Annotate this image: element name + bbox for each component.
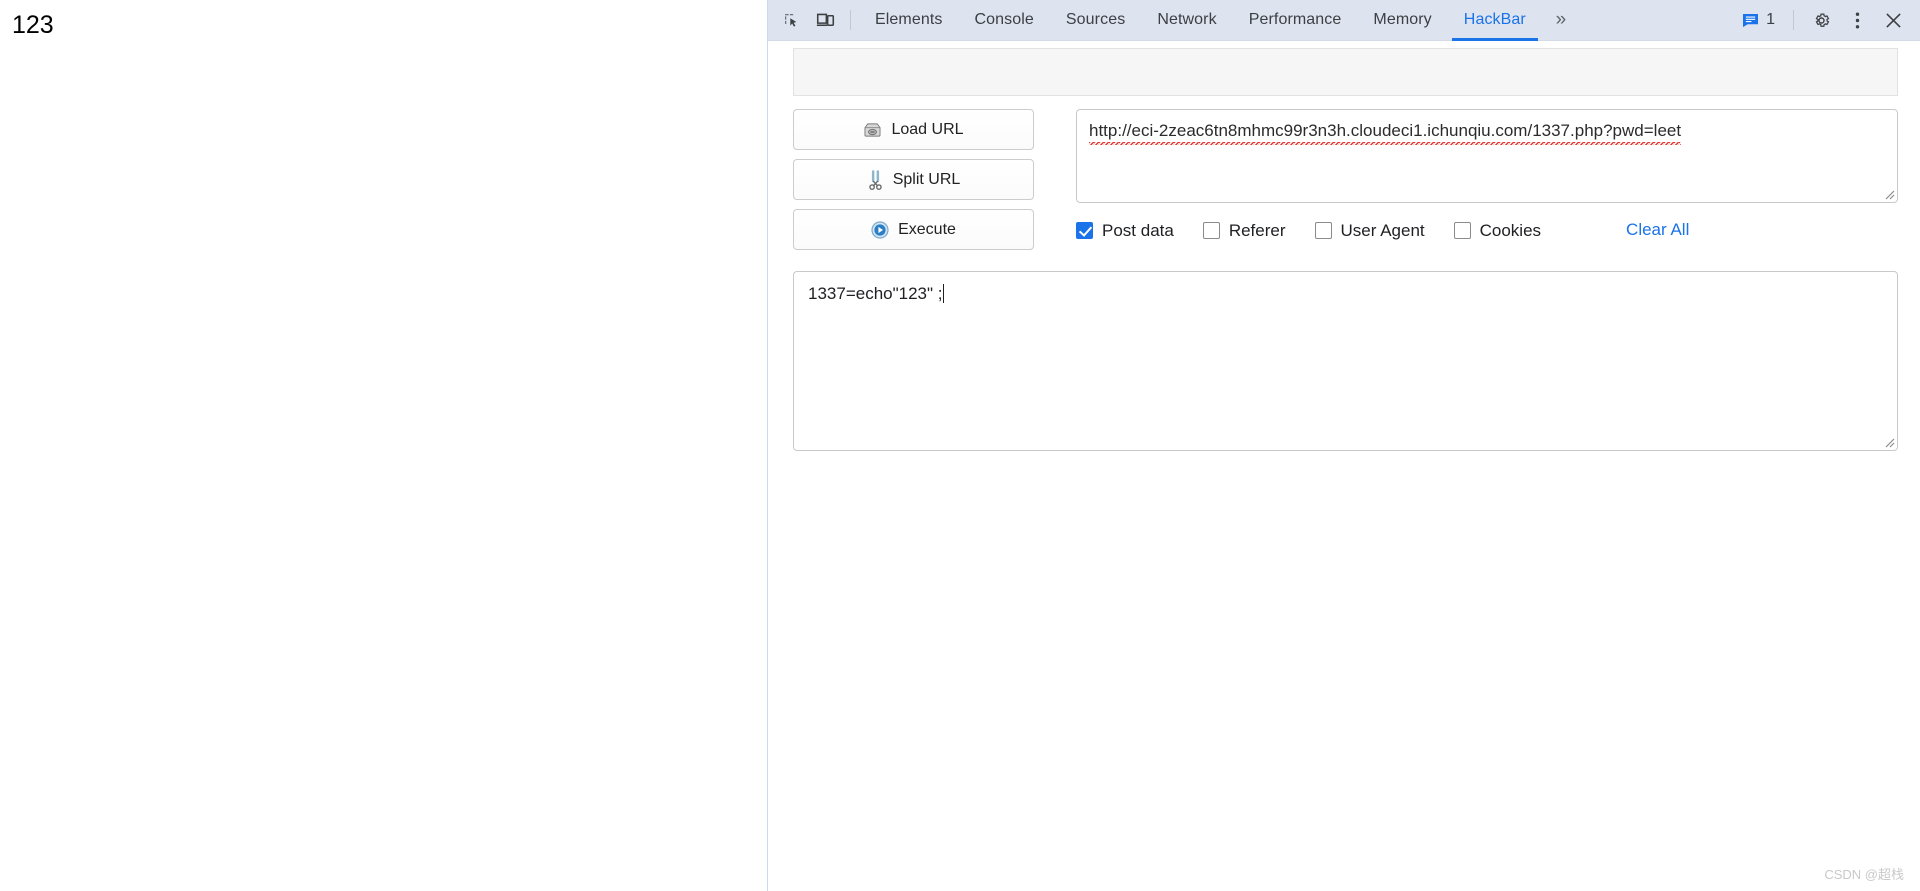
tab-hackbar[interactable]: HackBar [1448,0,1542,41]
close-icon[interactable] [1876,5,1910,35]
split-url-button[interactable]: Split URL [793,159,1034,200]
tab-elements[interactable]: Elements [859,0,959,41]
message-drawer-icon [1743,13,1759,27]
split-url-scissors-icon [868,169,882,190]
tab-label: Console [974,11,1034,28]
gear-icon[interactable] [1804,5,1838,35]
execute-play-icon [871,220,889,239]
button-label: Split URL [892,170,961,188]
hackbar-options-row: Post data Referer User Agent Cookies Cle… [1076,220,1898,240]
toolbar-divider-right [1793,10,1794,30]
load-url-icon [864,122,881,137]
option-label: User Agent [1340,220,1425,240]
tabs-overflow-icon[interactable]: » [1544,5,1578,35]
clear-all-link[interactable]: Clear All [1626,220,1689,240]
tab-label: Elements [875,11,943,28]
devtools-tabs: Elements Console Sources Network Perform… [859,0,1542,41]
post-data-value: 1337=echo"123" ; [808,284,943,303]
devtools-panel: Elements Console Sources Network Perform… [768,0,1920,891]
toolbar-divider [850,10,851,30]
hackbar-main-row: Load URL Split URL Execute http://eci-2z… [793,109,1898,250]
tab-memory[interactable]: Memory [1357,0,1447,41]
tab-label: Performance [1248,11,1342,28]
message-drawer-button[interactable]: 1 [1736,5,1783,35]
option-label: Post data [1102,220,1174,240]
option-user-agent[interactable]: User Agent [1314,220,1425,240]
referer-checkbox[interactable] [1202,221,1220,239]
tab-label: HackBar [1463,11,1526,28]
tab-performance[interactable]: Performance [1233,0,1358,41]
button-label: Load URL [891,120,964,138]
hackbar-top-toolbar [793,48,1898,96]
chevron-double-right-icon: » [1555,9,1567,30]
page-viewport: 123 [0,0,768,891]
text-caret [942,284,944,303]
button-label: Execute [898,220,956,238]
option-post-data[interactable]: Post data [1076,220,1174,240]
hackbar-url-section: http://eci-2zeac6tn8mhmc99r3n3h.cloudeci… [1076,109,1898,240]
hackbar-panel: Load URL Split URL Execute http://eci-2z… [768,41,1920,891]
tab-label: Memory [1373,11,1432,28]
url-input[interactable]: http://eci-2zeac6tn8mhmc99r3n3h.cloudeci… [1076,109,1898,203]
kebab-menu-icon[interactable] [1840,5,1874,35]
csdn-watermark: CSDN @超栈 [1824,867,1904,882]
cookies-checkbox[interactable] [1453,221,1471,239]
load-url-button[interactable]: Load URL [793,109,1034,150]
tab-console[interactable]: Console [959,0,1050,41]
inspect-element-icon[interactable] [774,5,808,35]
option-label: Cookies [1479,220,1542,240]
page-body-text: 123 [12,11,54,39]
post-data-input[interactable]: 1337=echo"123" ; [793,271,1898,451]
url-resize-handle[interactable] [1881,186,1895,200]
toolbar-right-group: 1 [1736,5,1910,35]
post-data-resize-handle[interactable] [1881,434,1895,448]
tab-network[interactable]: Network [1141,0,1232,41]
tab-sources[interactable]: Sources [1050,0,1141,41]
devtools-toolbar: Elements Console Sources Network Perform… [768,0,1920,41]
url-input-value: http://eci-2zeac6tn8mhmc99r3n3h.cloudeci… [1089,120,1682,146]
browser-window: 123 Elements Console Sources Network Per… [0,0,1920,891]
option-referer[interactable]: Referer [1202,220,1286,240]
execute-button[interactable]: Execute [793,209,1034,250]
device-toolbar-icon[interactable] [808,5,842,35]
hackbar-action-buttons: Load URL Split URL Execute [793,109,1034,250]
tab-label: Sources [1065,11,1126,28]
user-agent-checkbox[interactable] [1314,221,1332,239]
message-count: 1 [1766,11,1775,28]
option-cookies[interactable]: Cookies [1453,220,1542,240]
option-label: Referer [1228,220,1286,240]
tab-label: Network [1157,11,1217,28]
post-data-checkbox[interactable] [1076,221,1093,239]
